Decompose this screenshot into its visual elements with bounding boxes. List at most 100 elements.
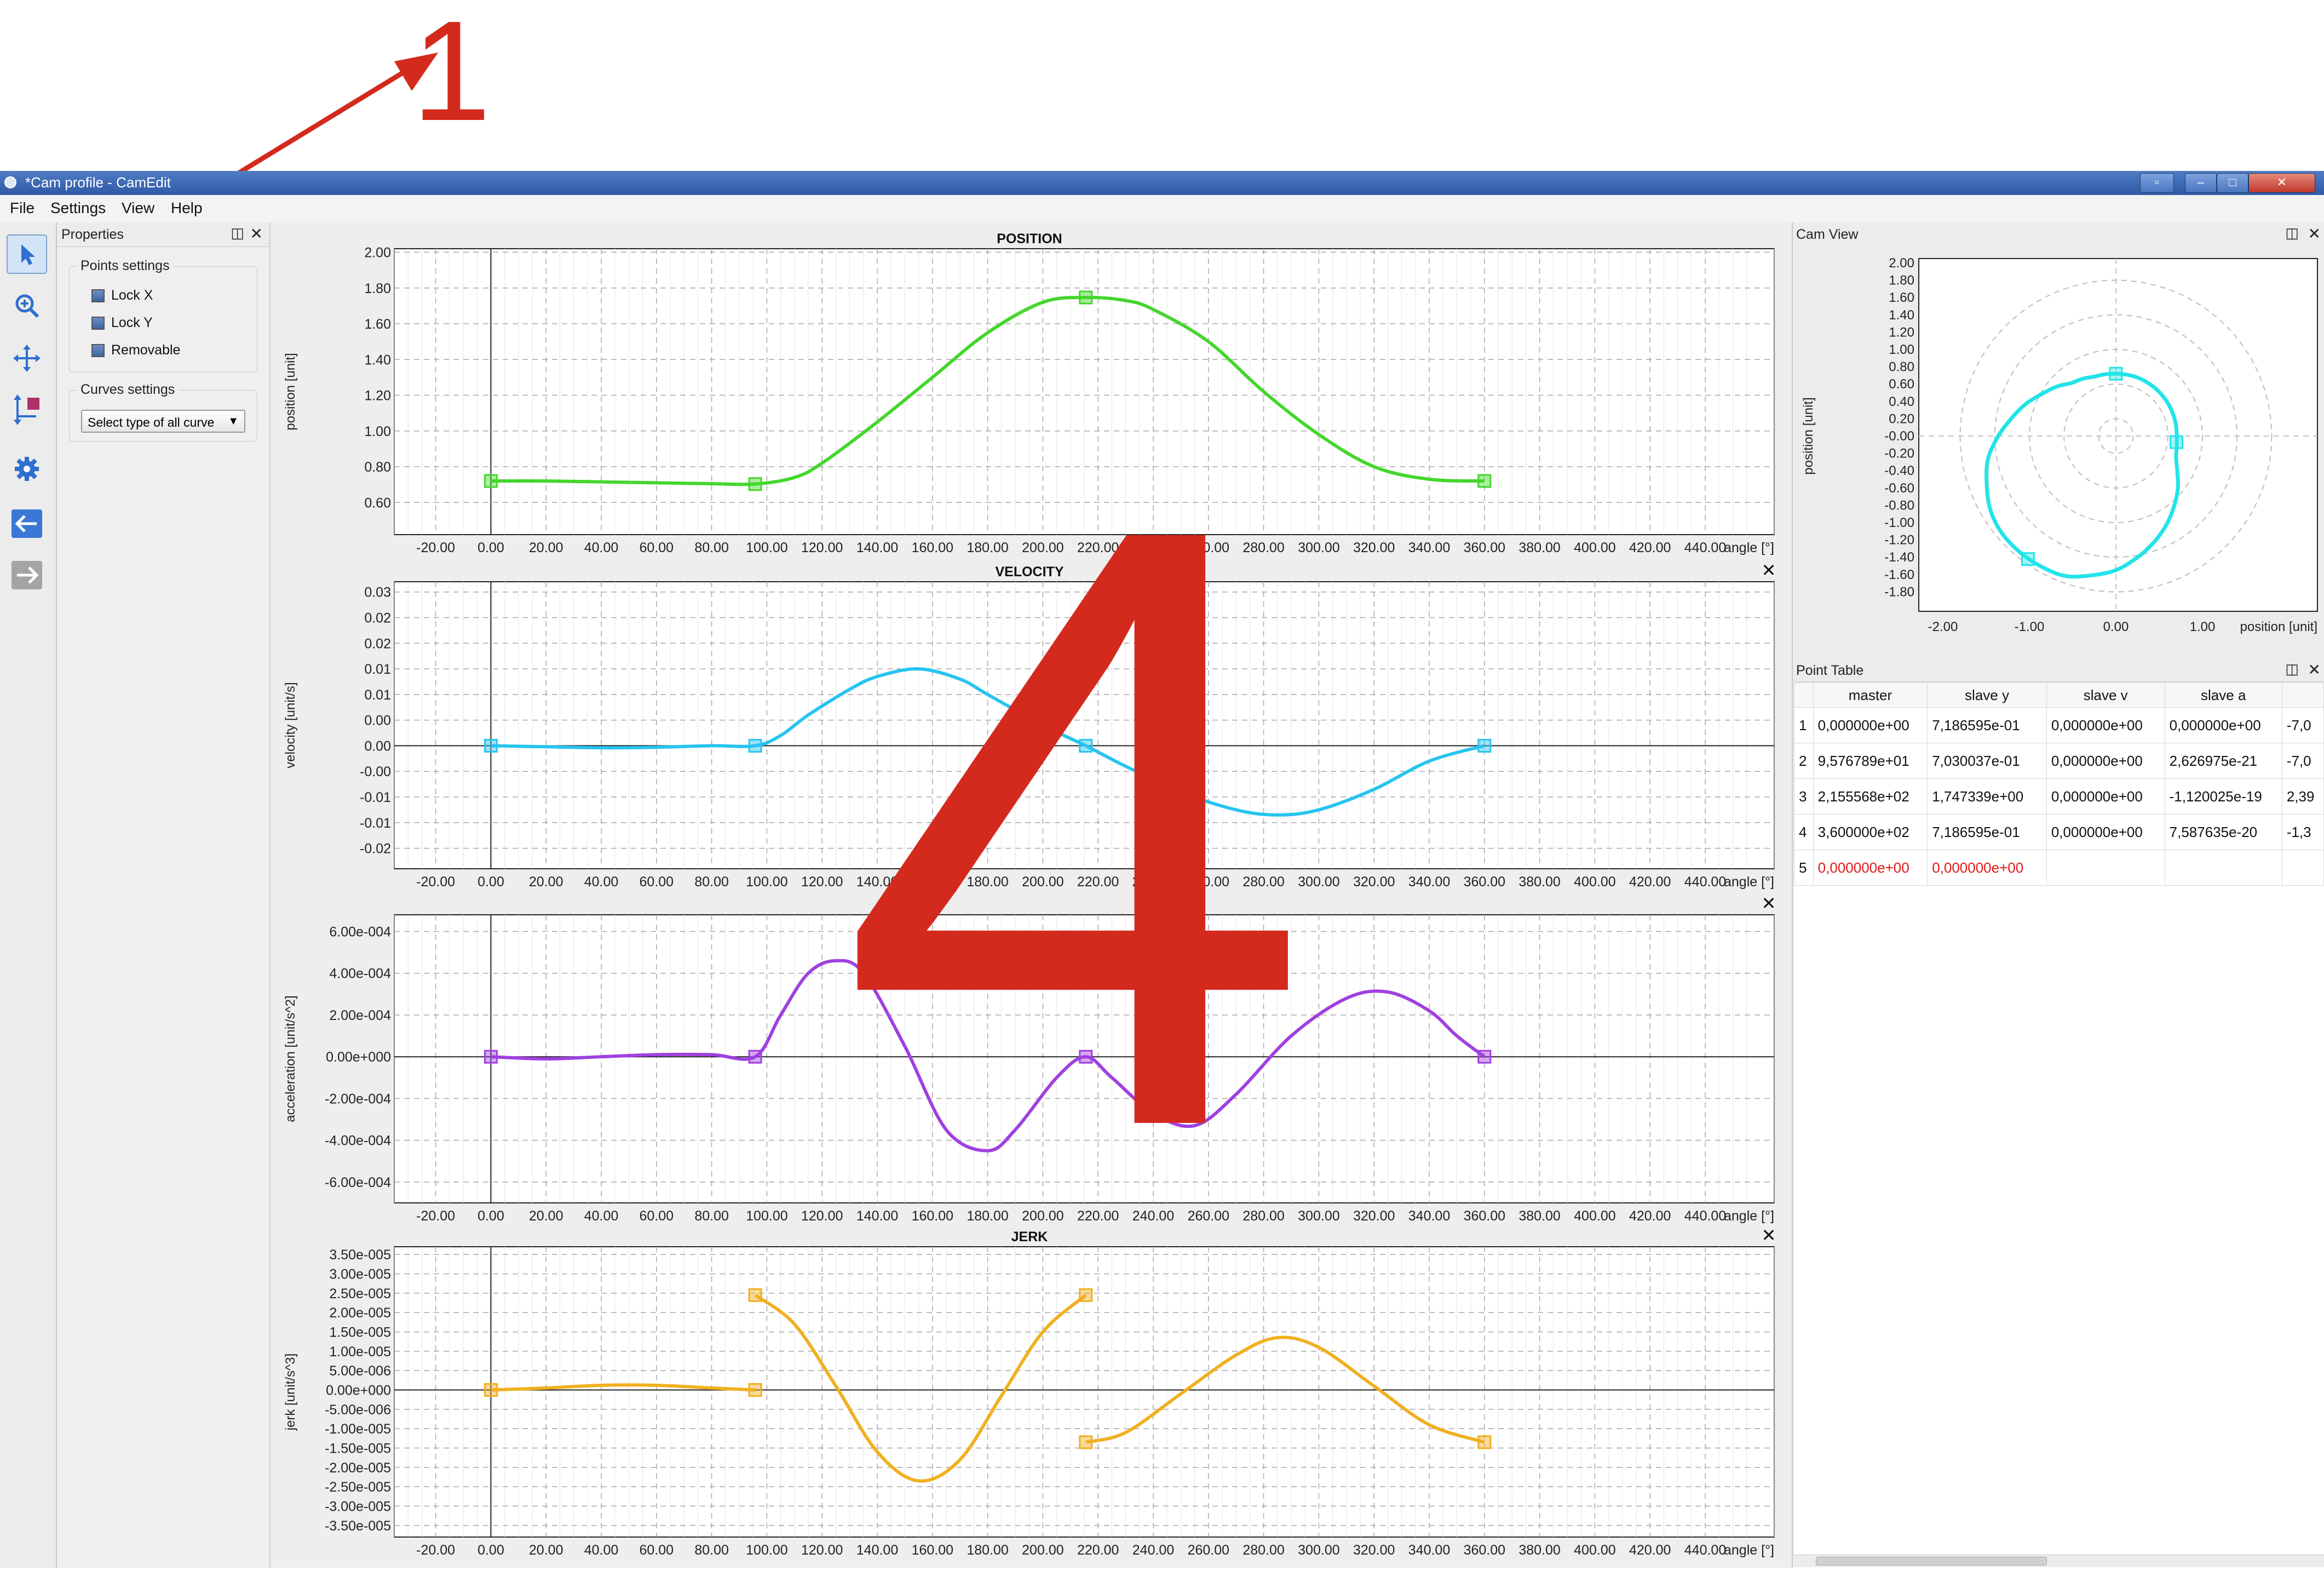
x-tick-label: 100.00: [746, 1208, 787, 1224]
y-tick-label: 1.00e-005: [329, 1344, 391, 1360]
table-cell[interactable]: 3,600000e+02: [1813, 814, 1928, 850]
y-tick-label: 2.00e-005: [329, 1305, 391, 1321]
x-tick-label: 420.00: [1629, 874, 1671, 890]
y-tick-label: -0.00: [360, 764, 391, 779]
x-tick-label: 240.00: [1132, 1543, 1174, 1558]
x-tick-label: 320.00: [1353, 874, 1395, 890]
x-tick-label: 60.00: [640, 874, 674, 890]
table-cell[interactable]: 7,186595e-01: [1927, 814, 2047, 850]
x-tick-label: 20.00: [529, 1208, 563, 1224]
control-point: [748, 1050, 762, 1064]
x-tick-label: 380.00: [1518, 1208, 1560, 1224]
table-cell[interactable]: 7,030037e-01: [1927, 743, 2047, 779]
table-cell[interactable]: 9,576789e+01: [1813, 743, 1928, 779]
x-axis-label: angle [°]: [1724, 874, 1774, 890]
y-axis-label: position [unit]: [283, 353, 298, 430]
x-axis-label: angle [°]: [1724, 540, 1774, 555]
table-row[interactable]: 1 0,000000e+00 7,186595e-01 0,000000e+00…: [1794, 707, 2324, 743]
x-tick-label: 420.00: [1629, 1208, 1671, 1224]
row-number: 4: [1794, 814, 1814, 850]
table-row[interactable]: 5 0,000000e+00 0,000000e+00: [1794, 850, 2324, 886]
table-cell[interactable]: 0,000000e+00: [2046, 707, 2165, 743]
control-point: [748, 1383, 762, 1397]
point-table-title: Point Table: [1796, 663, 1864, 678]
camview-plot[interactable]: 2.00 1.80 1.60 1.40 1.20 1.00 0.80 0.60 0.40 0.20…: [1794, 246, 2324, 668]
point-table-grid: master slave y slave v slave a 1 0,00000…: [1794, 683, 2324, 886]
y-axis-label: velocity [unit/s]: [283, 682, 298, 768]
y-tick-label: 2.50e-005: [329, 1286, 391, 1301]
x-tick-label: 300.00: [1298, 1543, 1339, 1558]
x-tick-label: 0.00: [478, 1208, 504, 1224]
y-tick-label: 3.50e-005: [329, 1247, 391, 1263]
x-tick-label: 120.00: [801, 874, 843, 890]
table-cell[interactable]: 0,000000e+00: [2046, 814, 2165, 850]
x-tick-label: 340.00: [1408, 540, 1450, 555]
x-tick-label: 20.00: [529, 874, 563, 890]
x-tick-label: 400.00: [1574, 1208, 1615, 1224]
y-tick-label: 1.40: [1889, 308, 1914, 323]
close-panel-icon[interactable]: ✕: [2308, 225, 2321, 243]
table-row[interactable]: 2 9,576789e+01 7,030037e-01 0,000000e+00…: [1794, 743, 2324, 779]
table-cell[interactable]: -1,120025e-19: [2164, 778, 2282, 815]
x-tick-label: 360.00: [1464, 874, 1505, 890]
x-axis-label: angle [°]: [1724, 1208, 1774, 1224]
table-cell[interactable]: 1,747339e+00: [1927, 778, 2047, 815]
y-tick-label: 1.80: [364, 281, 391, 296]
table-cell[interactable]: 0,000000e+00: [2046, 743, 2165, 779]
x-axis-label: angle [°]: [1724, 1543, 1774, 1558]
table-cell[interactable]: 7,587635e-20: [2164, 814, 2282, 850]
float-panel-icon[interactable]: ◫: [2285, 225, 2299, 242]
table-cell[interactable]: -7,0: [2281, 743, 2324, 779]
table-cell[interactable]: [2046, 850, 2165, 886]
table-cell[interactable]: 0,000000e+00: [2046, 778, 2165, 815]
col-master[interactable]: master: [1813, 683, 1928, 708]
table-cell[interactable]: -1,3: [2281, 814, 2324, 850]
table-cell[interactable]: 0,000000e+00: [1813, 850, 1928, 886]
y-tick-label: -6.00e-004: [325, 1175, 391, 1190]
x-tick-label: 0.00: [478, 540, 504, 555]
col-slave-a[interactable]: slave a: [2164, 683, 2282, 708]
table-horizontal-scrollbar[interactable]: [1794, 1555, 2324, 1567]
table-cell[interactable]: 2,626975e-21: [2164, 743, 2282, 779]
y-tick-label: 1.00: [1889, 342, 1914, 357]
x-tick-label: 120.00: [801, 1208, 843, 1224]
table-cell[interactable]: [2281, 850, 2324, 886]
x-tick-label: 280.00: [1242, 1543, 1284, 1558]
table-cell[interactable]: 0,000000e+00: [1813, 707, 1928, 743]
table-cell[interactable]: [2164, 850, 2282, 886]
close-panel-icon[interactable]: ✕: [2308, 661, 2321, 679]
y-tick-label: -0.60: [1884, 481, 1914, 496]
float-panel-icon[interactable]: ◫: [2285, 661, 2299, 678]
col-slave-y[interactable]: slave y: [1927, 683, 2047, 708]
x-tick-label: 80.00: [694, 874, 729, 890]
x-tick-label: 400.00: [1574, 874, 1615, 890]
x-tick-label: 420.00: [1629, 1543, 1671, 1558]
x-tick-label: 80.00: [694, 540, 729, 555]
table-row[interactable]: 3 2,155568e+02 1,747339e+00 0,000000e+00…: [1794, 778, 2324, 815]
table-cell[interactable]: 0,000000e+00: [2164, 707, 2282, 743]
x-tick-label: -1.00: [2015, 620, 2045, 634]
col-slave-v[interactable]: slave v: [2046, 683, 2165, 708]
y-tick-label: -0.01: [360, 816, 391, 831]
table-cell[interactable]: 2,155568e+02: [1813, 778, 1928, 815]
y-tick-label: 0.00e+000: [326, 1050, 391, 1065]
table-row[interactable]: 4 3,600000e+02 7,186595e-01 0,000000e+00…: [1794, 814, 2324, 850]
row-number: 5: [1794, 850, 1814, 886]
x-tick-label: 0.00: [478, 1543, 504, 1558]
table-cell[interactable]: -7,0: [2281, 707, 2324, 743]
x-tick-label: 60.00: [640, 540, 674, 555]
x-tick-label: 440.00: [1684, 1543, 1726, 1558]
x-tick-label: 120.00: [801, 1543, 843, 1558]
x-tick-label: 380.00: [1518, 540, 1560, 555]
table-cell[interactable]: 2,39: [2281, 778, 2324, 815]
x-tick-label: 80.00: [694, 1208, 729, 1224]
x-tick-label: 440.00: [1684, 1208, 1726, 1224]
col-slave-j[interactable]: [2281, 683, 2324, 708]
scroll-thumb[interactable]: [1816, 1557, 2047, 1566]
control-point: [1477, 1050, 1492, 1064]
table-cell[interactable]: 0,000000e+00: [1927, 850, 2047, 886]
y-tick-label: 1.20: [364, 388, 391, 404]
table-cell[interactable]: 7,186595e-01: [1927, 707, 2047, 743]
y-tick-label: -2.00e-004: [325, 1091, 391, 1106]
x-tick-label: 260.00: [1188, 1543, 1229, 1558]
